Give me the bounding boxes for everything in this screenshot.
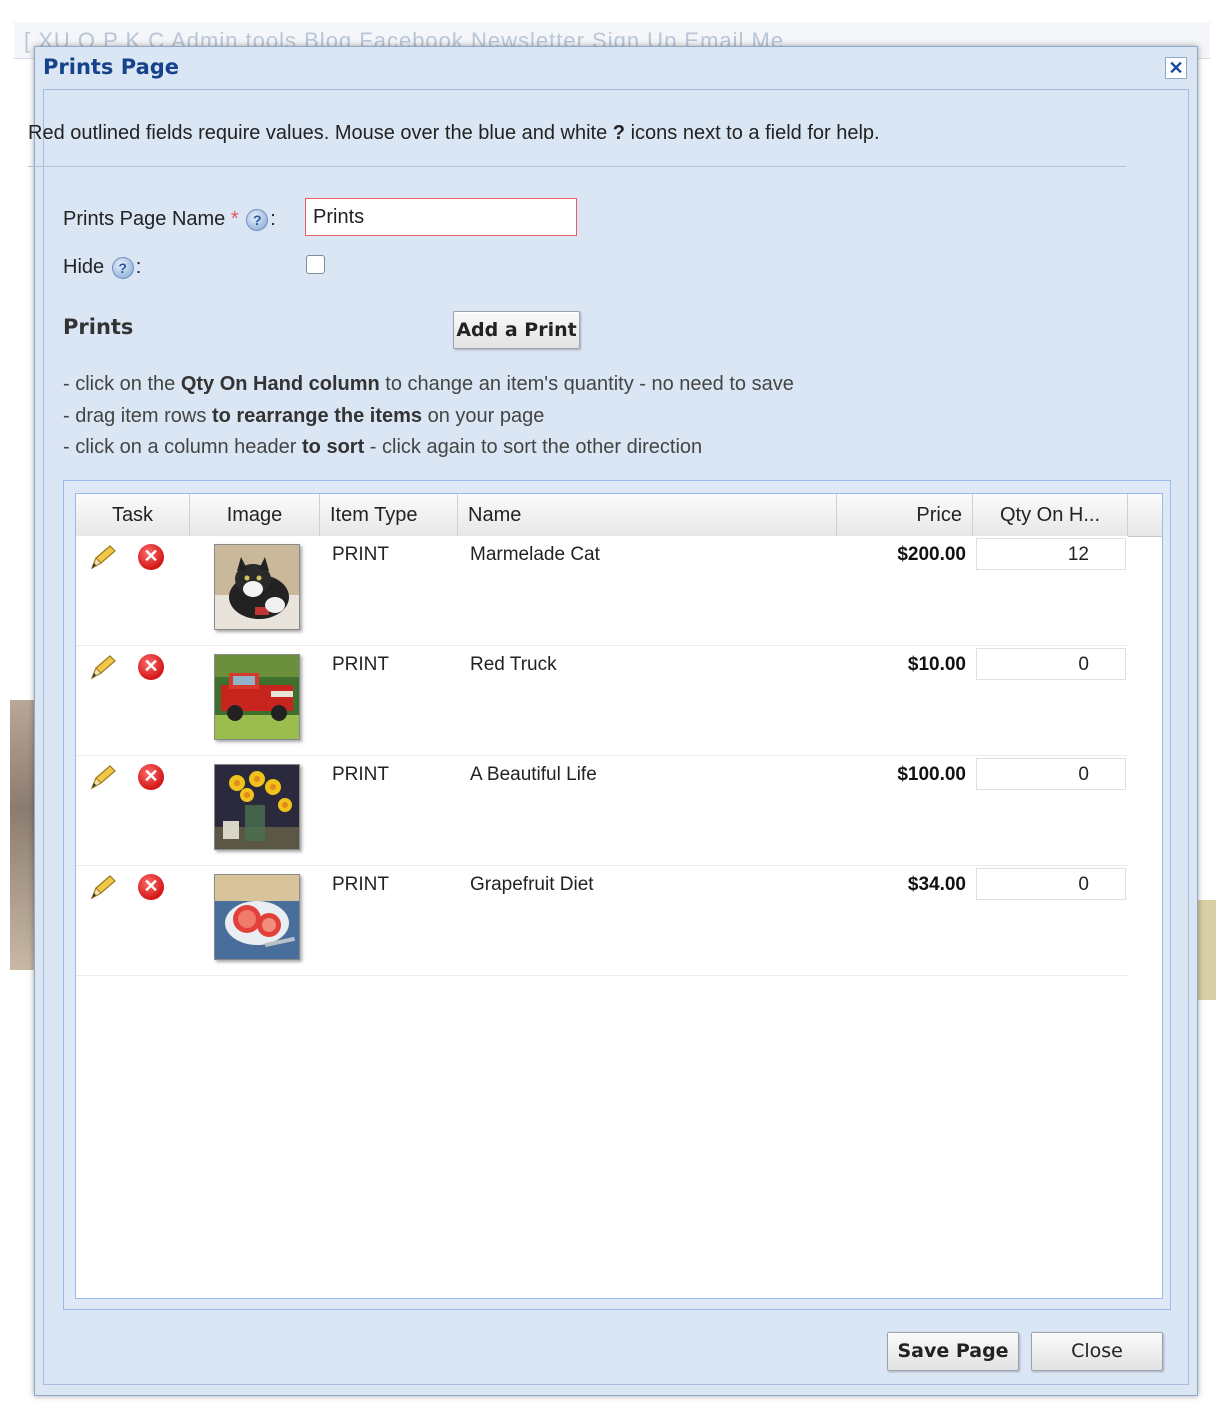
delete-icon[interactable]: ✕	[138, 874, 164, 900]
help-text: Red outlined fields require values. Mous…	[28, 122, 880, 144]
page-name-label: Prints Page Name * ?:	[63, 208, 276, 231]
item-type: PRINT	[332, 874, 389, 895]
item-name: A Beautiful Life	[470, 764, 597, 785]
item-price: $34.00	[907, 874, 966, 895]
qty-on-hand-cell[interactable]: 0	[976, 648, 1126, 680]
dialog-title: Prints Page	[43, 55, 180, 79]
table-row[interactable]: ✕ PRINT Grapefruit Diet $34.00 0	[76, 866, 1128, 976]
item-price: $100.00	[897, 764, 966, 785]
help-icon[interactable]: ?	[111, 256, 134, 279]
item-type: PRINT	[332, 654, 389, 675]
item-type: PRINT	[332, 764, 389, 785]
prints-heading: Prints	[63, 315, 134, 339]
delete-icon[interactable]: ✕	[138, 544, 164, 570]
pencil-icon[interactable]	[88, 764, 118, 792]
item-type: PRINT	[332, 544, 389, 565]
page-name-input[interactable]	[305, 198, 577, 236]
close-icon[interactable]: ✕	[1165, 57, 1187, 79]
delete-icon[interactable]: ✕	[138, 654, 164, 680]
pencil-icon[interactable]	[88, 874, 118, 902]
help-icon[interactable]: ?	[246, 208, 269, 231]
instruction-line: - click on the Qty On Hand column to cha…	[63, 373, 794, 395]
item-price: $10.00	[907, 654, 966, 675]
grid-header: Task Image Item Type Name Price Qty On H…	[76, 494, 1162, 537]
item-price: $200.00	[897, 544, 966, 565]
pencil-icon[interactable]	[88, 544, 118, 572]
item-name: Marmelade Cat	[470, 544, 600, 565]
dialog-titlebar[interactable]: Prints Page ✕	[35, 47, 1197, 87]
cat-painting-thumbnail	[214, 544, 300, 630]
instruction-line: - drag item rows to rearrange the items …	[63, 405, 545, 427]
close-button[interactable]: Close	[1031, 1332, 1163, 1371]
item-name: Red Truck	[470, 654, 557, 675]
column-header-qty-on-hand[interactable]: Qty On H...	[973, 494, 1128, 536]
prints-grid: Task Image Item Type Name Price Qty On H…	[75, 493, 1163, 1299]
column-header-item-type[interactable]: Item Type	[320, 494, 458, 536]
required-marker: *	[230, 208, 239, 230]
background-image-left	[10, 700, 36, 970]
background-image-right	[1198, 900, 1216, 1000]
column-header-price[interactable]: Price	[837, 494, 973, 536]
instruction-line: - click on a column header to sort - cli…	[63, 436, 703, 458]
qty-on-hand-cell[interactable]: 12	[976, 538, 1126, 570]
hide-label: Hide ?:	[63, 256, 142, 279]
table-row[interactable]: ✕ PRINT Marmelade Cat $200.00 12	[76, 536, 1128, 646]
daffodils-painting-thumbnail	[214, 764, 300, 850]
table-row[interactable]: ✕ PRINT A Beautiful Life $100.00 0	[76, 756, 1128, 866]
table-row[interactable]: ✕ PRINT Red Truck $10.00 0	[76, 646, 1128, 756]
hide-checkbox[interactable]	[306, 255, 325, 274]
qty-on-hand-cell[interactable]: 0	[976, 758, 1126, 790]
red-truck-painting-thumbnail	[214, 654, 300, 740]
delete-icon[interactable]: ✕	[138, 764, 164, 790]
item-name: Grapefruit Diet	[470, 874, 594, 895]
divider	[28, 166, 1126, 167]
save-page-button[interactable]: Save Page	[887, 1332, 1019, 1371]
pencil-icon[interactable]	[88, 654, 118, 682]
column-header-name[interactable]: Name	[458, 494, 837, 536]
grapefruit-painting-thumbnail	[214, 874, 300, 960]
add-print-button[interactable]: Add a Print	[453, 311, 580, 349]
column-header-task[interactable]: Task	[76, 494, 190, 536]
column-header-image[interactable]: Image	[190, 494, 320, 536]
qty-on-hand-cell[interactable]: 0	[976, 868, 1126, 900]
